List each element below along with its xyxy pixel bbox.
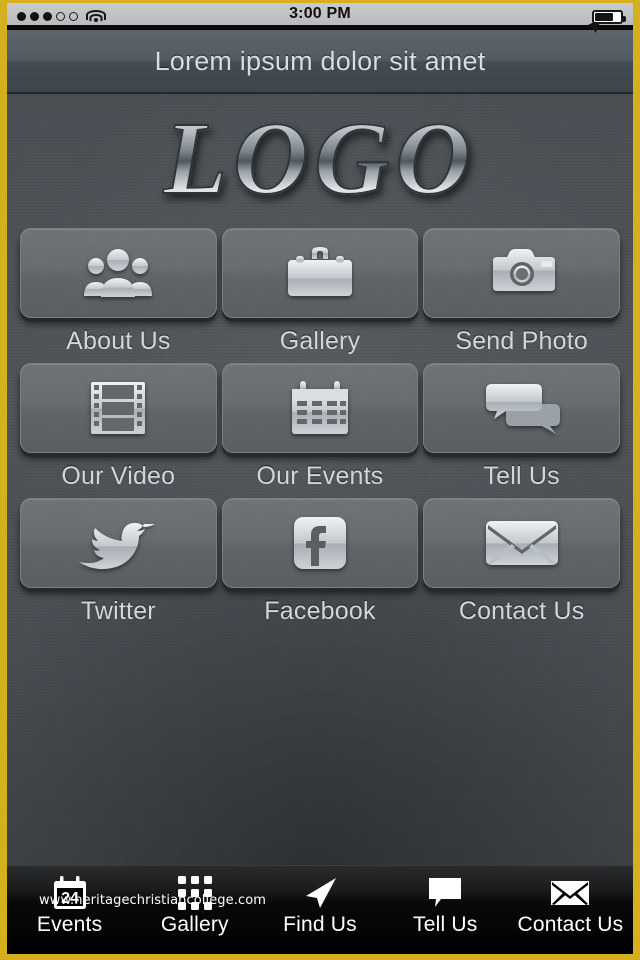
facebook-f-icon xyxy=(293,517,346,569)
tab-label-find-us: Find Us xyxy=(283,913,357,936)
grid-label-contact-us: Contact Us xyxy=(458,597,585,625)
grid-label-about-us: About Us xyxy=(66,327,171,355)
grid-item-facebook[interactable]: Facebook xyxy=(221,498,419,626)
briefcase-icon xyxy=(287,247,352,296)
grid-label-gallery: Gallery xyxy=(279,327,361,355)
speech-bubbles-icon xyxy=(485,384,560,434)
grid-item-twitter[interactable]: Twitter xyxy=(20,498,217,626)
battery-icon xyxy=(592,9,626,24)
tab-bar: 24 Events Gallery Find Us Tell Us Contac… xyxy=(7,865,633,954)
grid-item-tell-us[interactable]: Tell Us xyxy=(423,363,620,491)
tile-send-photo[interactable] xyxy=(423,228,620,318)
grid-item-about-us[interactable]: About Us xyxy=(20,228,217,356)
app-logo: LOGO xyxy=(158,106,483,212)
status-bar: 3:00 PM xyxy=(7,3,633,33)
menu-grid: About Us Gallery Send Photo Our Video Ou… xyxy=(7,224,633,626)
tile-about-us[interactable] xyxy=(20,228,217,318)
twitter-bird-icon xyxy=(79,522,156,570)
grid-item-our-events[interactable]: Our Events xyxy=(221,363,419,491)
grid-label-our-video: Our Video xyxy=(61,462,176,490)
film-strip-icon xyxy=(91,382,146,434)
tile-contact-us[interactable] xyxy=(423,498,620,588)
navigation-arrow-icon xyxy=(302,875,338,911)
app-screen: 3:00 PM Lorem ipsum dolor sit amet LOGO xyxy=(7,3,633,954)
page-title: Lorem ipsum dolor sit amet xyxy=(154,45,486,76)
tab-label-gallery: Gallery xyxy=(160,913,229,936)
camera-icon xyxy=(492,249,555,291)
tab-contact-us[interactable]: Contact Us xyxy=(508,866,633,937)
speech-bubble-icon xyxy=(428,875,462,911)
tile-gallery[interactable] xyxy=(221,228,419,318)
tab-label-contact-us: Contact Us xyxy=(517,913,624,936)
tab-tell-us[interactable]: Tell Us xyxy=(383,866,508,937)
grid-item-gallery[interactable]: Gallery xyxy=(221,228,419,356)
tab-label-tell-us: Tell Us xyxy=(413,913,478,936)
logo-area: LOGO xyxy=(7,94,633,224)
title-bar: Lorem ipsum dolor sit amet xyxy=(7,30,633,94)
tile-tell-us[interactable] xyxy=(423,363,620,453)
grid-label-twitter: Twitter xyxy=(80,597,156,625)
tile-facebook[interactable] xyxy=(221,498,419,588)
grid-item-our-video[interactable]: Our Video xyxy=(20,363,217,491)
tile-our-events[interactable] xyxy=(221,363,419,453)
main-content: LOGO About Us Gallery Send Photo Our Vid… xyxy=(7,94,633,867)
tab-label-events: Events xyxy=(36,913,103,936)
grid-label-send-photo: Send Photo xyxy=(455,327,588,355)
people-group-icon xyxy=(84,249,153,297)
grid-label-facebook: Facebook xyxy=(264,597,376,625)
tile-twitter[interactable] xyxy=(20,498,217,588)
grid-label-our-events: Our Events xyxy=(256,462,384,490)
status-clock: 3:00 PM xyxy=(289,5,351,22)
envelope-icon xyxy=(485,521,558,565)
site-watermark: www.heritagechristiancollege.com xyxy=(39,893,267,908)
tile-our-video[interactable] xyxy=(20,363,217,453)
envelope-icon xyxy=(550,875,590,911)
status-right xyxy=(584,9,626,33)
calendar-icon xyxy=(291,381,348,434)
grid-item-send-photo[interactable]: Send Photo xyxy=(423,228,620,356)
grid-item-contact-us[interactable]: Contact Us xyxy=(423,498,620,626)
grid-label-tell-us: Tell Us xyxy=(483,462,560,490)
tab-find-us[interactable]: Find Us xyxy=(257,866,382,937)
phone-frame: 3:00 PM Lorem ipsum dolor sit amet LOGO xyxy=(0,0,640,960)
